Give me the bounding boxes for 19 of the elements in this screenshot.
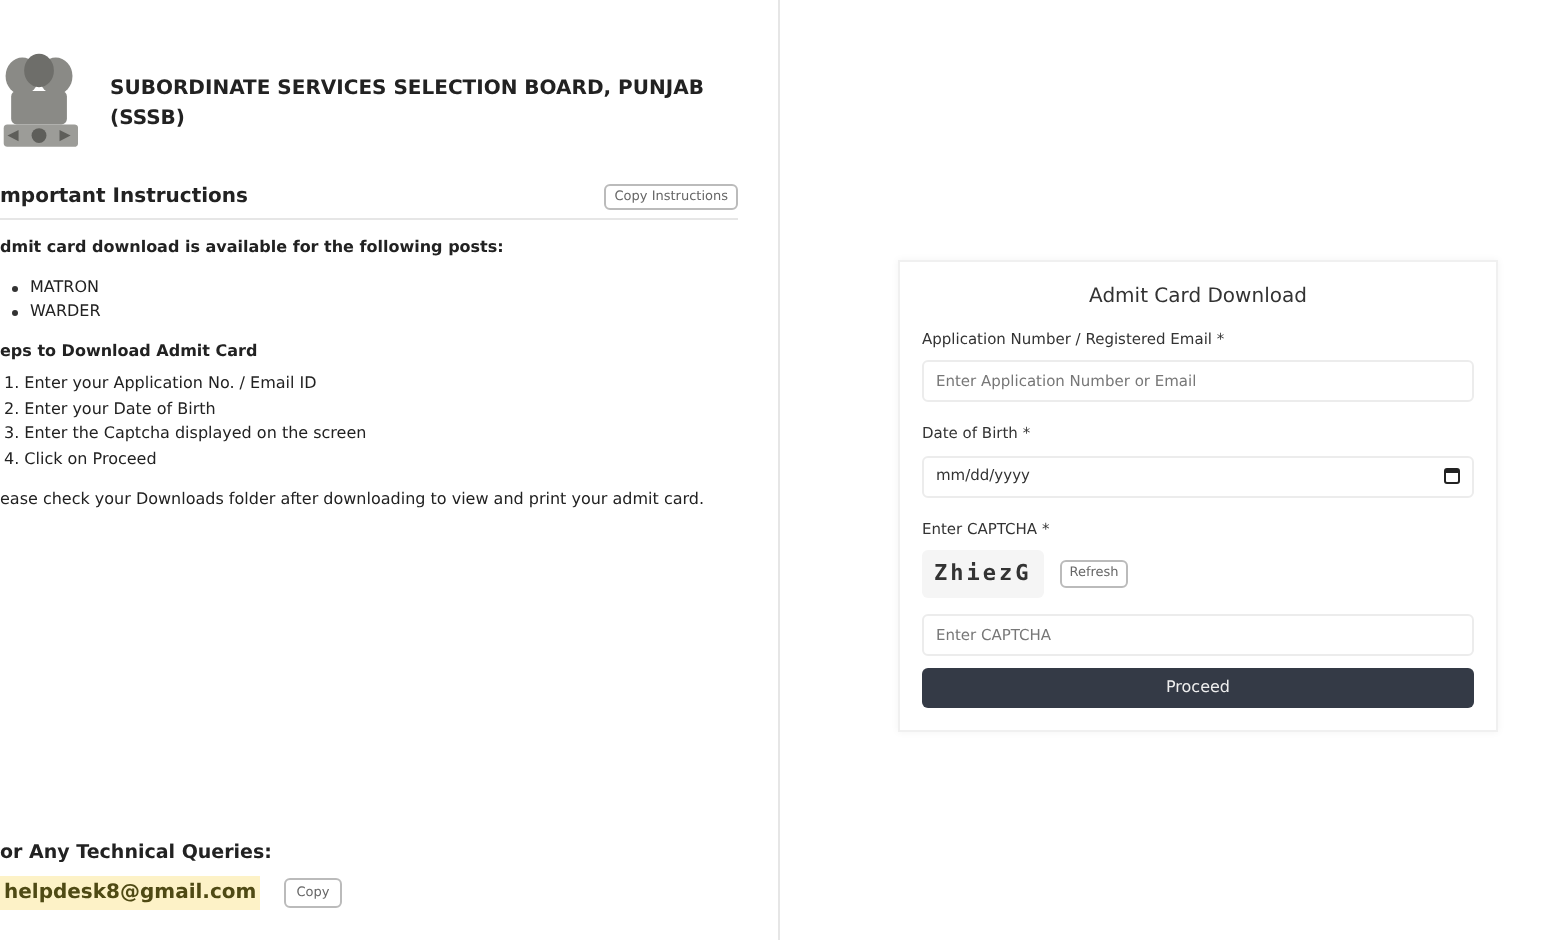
bullet-icon: [12, 285, 18, 291]
support-heading: or Any Technical Queries:: [0, 839, 274, 868]
post-item: MATRON: [30, 276, 99, 300]
board-title: SUBORDINATE SERVICES SELECTION BOARD, PUNJAB (SSSB): [110, 76, 706, 134]
captcha-image: ZhiezG: [922, 549, 1044, 599]
step-item: 1. Enter your Application No. / Email ID: [2, 372, 319, 396]
section-heading: mportant Instructions: [0, 184, 248, 212]
intro-text: dmit card download is available for the following posts:: [0, 236, 506, 260]
calendar-icon[interactable]: [1444, 468, 1460, 484]
form-title: Admit Card Download: [1087, 284, 1309, 312]
step-item: 4. Click on Proceed: [2, 447, 159, 471]
support-email: helpdesk8@gmail.com: [0, 876, 261, 910]
steps-heading: eps to Download Admit Card: [0, 340, 260, 364]
step-item: 3. Enter the Captcha displayed on the screen: [2, 422, 369, 446]
proceed-button[interactable]: Proceed: [922, 668, 1474, 709]
step-item: 2. Enter your Date of Birth: [2, 397, 218, 422]
bullet-icon: [12, 309, 18, 315]
post-item: WARDER: [30, 300, 101, 324]
note-text: ease check your Downloads folder after downloading to view and print your admit card.: [0, 488, 707, 512]
